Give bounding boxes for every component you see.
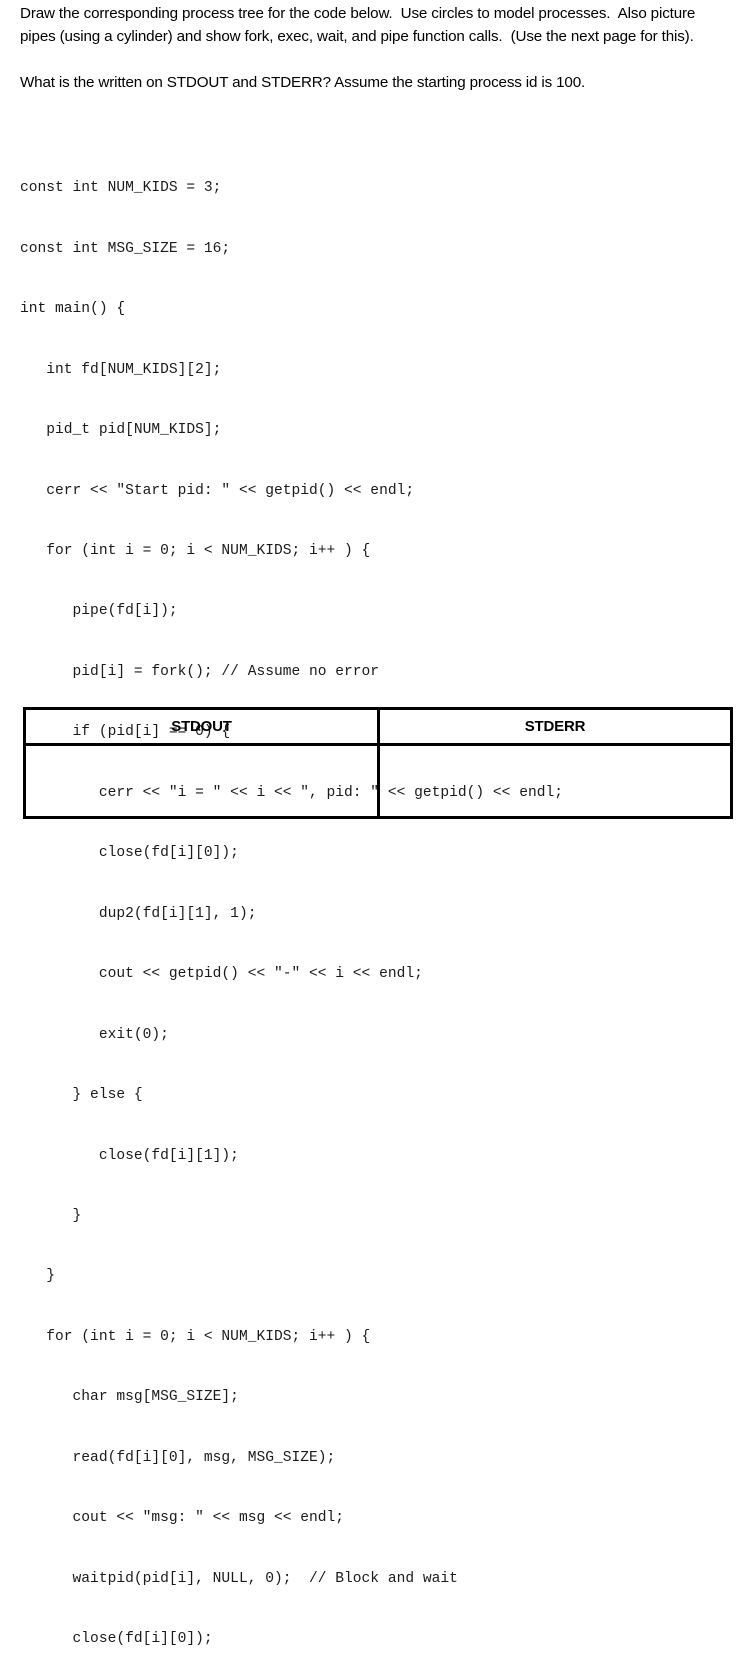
code-line: const int NUM_KIDS = 3; <box>20 180 222 197</box>
answer-table: STDOUT STDERR <box>23 707 733 819</box>
code-line: cout << getpid() << "-" << i << endl; <box>20 966 423 983</box>
code-line: read(fd[i][0], msg, MSG_SIZE); <box>20 1449 336 1466</box>
table-header-row: STDOUT STDERR <box>23 707 733 746</box>
code-line: exit(0); <box>20 1026 169 1043</box>
code-line: pipe(fd[i]); <box>20 603 178 620</box>
code-line: } <box>20 1268 56 1285</box>
code-line: pid[i] = fork(); // Assume no error <box>20 663 380 680</box>
code-line: char msg[MSG_SIZE]; <box>20 1389 239 1406</box>
code-line: waitpid(pid[i], NULL, 0); // Block and w… <box>20 1570 458 1587</box>
code-line: dup2(fd[i][1], 1); <box>20 905 257 922</box>
table-row <box>23 743 733 819</box>
question-prose: Draw the corresponding process tree for … <box>20 2 726 94</box>
column-header-stdout: STDOUT <box>23 707 380 746</box>
code-line: int fd[NUM_KIDS][2]; <box>20 361 222 378</box>
code-line: for (int i = 0; i < NUM_KIDS; i++ ) { <box>20 1328 371 1345</box>
question-paragraph-1: Draw the corresponding process tree for … <box>20 5 700 45</box>
code-line: } else { <box>20 1087 143 1104</box>
answer-cell-stdout[interactable] <box>23 743 380 819</box>
code-line: const int MSG_SIZE = 16; <box>20 240 231 257</box>
code-line: int main() { <box>20 301 126 318</box>
answer-cell-stderr[interactable] <box>377 743 733 819</box>
code-line: pid_t pid[NUM_KIDS]; <box>20 422 222 439</box>
code-line: close(fd[i][1]); <box>20 1147 239 1164</box>
question-paragraph-2: What is the written on STDOUT and STDERR… <box>20 74 586 91</box>
code-line: for (int i = 0; i < NUM_KIDS; i++ ) { <box>20 543 371 560</box>
code-line: cerr << "Start pid: " << getpid() << end… <box>20 482 415 499</box>
code-line: close(fd[i][0]); <box>20 845 239 862</box>
column-header-stderr: STDERR <box>377 707 733 746</box>
code-line: cout << "msg: " << msg << endl; <box>20 1510 345 1527</box>
code-listing: const int NUM_KIDS = 3; const int MSG_SI… <box>20 138 730 1658</box>
code-line: close(fd[i][0]); <box>20 1631 213 1648</box>
code-line: } <box>20 1208 82 1225</box>
